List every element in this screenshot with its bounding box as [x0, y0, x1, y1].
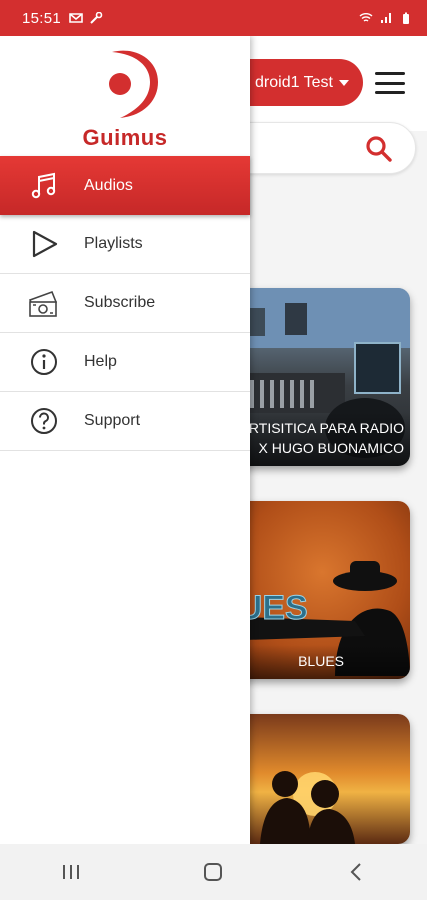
sidebar-item-subscribe[interactable]: Subscribe: [0, 274, 250, 333]
sidebar-item-label: Help: [84, 353, 117, 370]
money-icon: [28, 287, 60, 319]
signal-icon: [381, 13, 391, 23]
status-bar: 15:51: [0, 0, 427, 36]
guimus-logo-icon: [109, 50, 158, 118]
status-time: 15:51: [22, 9, 62, 27]
sidebar-item-label: Audios: [84, 176, 133, 194]
sidebar-item-support[interactable]: Support: [0, 392, 250, 451]
brand-name: Guimus: [82, 125, 168, 150]
sidebar-item-playlists[interactable]: Playlists: [0, 215, 250, 274]
navigation-drawer: Guimus Audios Playlists Subscribe Help S…: [0, 36, 250, 844]
sidebar-item-help[interactable]: Help: [0, 333, 250, 392]
battery-icon: [403, 12, 409, 24]
sidebar-item-label: Playlists: [84, 235, 143, 252]
sidebar-item-label: Support: [84, 412, 141, 429]
play-outline-icon: [28, 228, 60, 260]
home-icon[interactable]: [193, 852, 233, 892]
back-icon[interactable]: [336, 852, 376, 892]
wrench-icon: [90, 12, 103, 24]
mail-icon: [69, 13, 83, 23]
info-icon: [28, 346, 60, 378]
question-icon: [28, 405, 60, 437]
drawer-header: Guimus: [0, 36, 250, 156]
music-note-icon: [28, 170, 60, 202]
recents-icon[interactable]: [51, 852, 91, 892]
system-navigation-bar: [0, 844, 427, 900]
sidebar-item-label: Subscribe: [84, 294, 156, 311]
wifi-icon: [359, 13, 373, 22]
sidebar-item-audios[interactable]: Audios: [0, 156, 250, 215]
